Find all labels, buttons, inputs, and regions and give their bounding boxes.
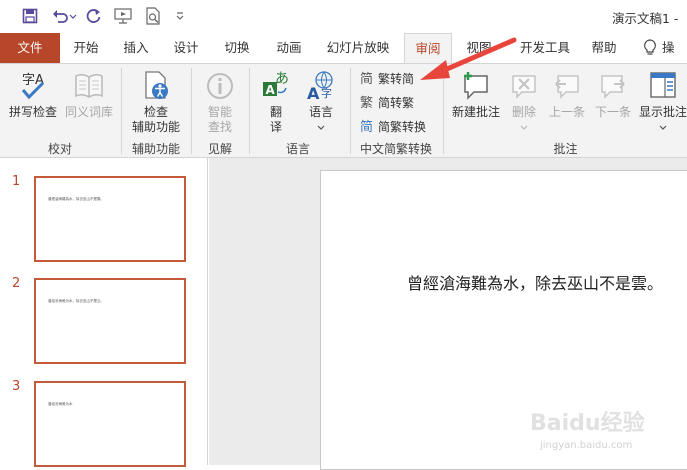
delete-label: 删除 [511, 105, 536, 119]
simp-to-trad-label: 简转繁 [378, 95, 415, 110]
undo-icon[interactable] [49, 6, 79, 26]
tab-file[interactable]: 文件 [0, 33, 60, 63]
ribbon-review: 字A 拼写检查 同义词库 校对 检查 辅助功能 辅助功能 智能 查找 见解 Aあ… [0, 63, 687, 158]
group-label-accessibility: 辅助功能 [131, 142, 180, 156]
slide-thumbnail-panel[interactable]: 1 曾經滄海難為水，除去巫山不是雲。 2 曾经沧海难为水，除去巫山不是云。 3 … [0, 158, 208, 467]
svg-text:字: 字 [321, 86, 332, 100]
spell-check-button[interactable]: 字A 拼写检查 [6, 70, 60, 120]
redo-icon[interactable] [84, 6, 104, 26]
tab-home[interactable]: 开始 [62, 33, 110, 63]
slide-thumbnail-text: 曾經滄海難為水，除去巫山不是雲。 [48, 197, 104, 201]
chevron-down-icon [659, 125, 667, 130]
title-bar: 演示文稿1 - [0, 0, 687, 33]
smart-lookup-button[interactable]: 智能 查找 [196, 70, 244, 135]
show-comments-icon [650, 72, 676, 98]
group-label-chinese-conversion: 中文简繁转换 [359, 142, 432, 156]
language-button[interactable]: A字 语言 [299, 70, 343, 135]
tab-insert[interactable]: 插入 [112, 33, 160, 63]
lightbulb-icon[interactable] [640, 33, 660, 63]
document-title: 演示文稿1 - [612, 11, 679, 26]
new-comment-label: 新建批注 [451, 105, 500, 119]
book-icon [75, 73, 103, 98]
slide-thumbnail-1[interactable]: 曾經滄海難為水，除去巫山不是雲。 [34, 176, 186, 262]
tab-developer[interactable]: 开发工具 [510, 33, 580, 63]
translate-icon: Aあ [263, 71, 289, 97]
translate-button[interactable]: Aあ 翻 译 [256, 70, 296, 135]
language-label: 语言 [308, 105, 333, 119]
svg-text:简: 简 [360, 119, 373, 134]
save-icon[interactable] [20, 6, 40, 26]
slide-number: 3 [12, 379, 21, 394]
trad-to-simp-icon: 简 [360, 70, 376, 87]
watermark-url: jingyan.baidu.com [540, 440, 633, 451]
smart-lookup-label-2: 查找 [207, 120, 232, 134]
tab-transitions[interactable]: 切换 [213, 33, 261, 63]
svg-text:あ: あ [275, 71, 289, 87]
tab-animations[interactable]: 动画 [265, 33, 313, 63]
translate-label-2: 译 [269, 120, 282, 134]
slide-number: 2 [12, 276, 21, 291]
translate-label-1: 翻 [269, 105, 282, 119]
customize-qat-icon[interactable] [173, 6, 187, 26]
group-label-proofing: 校对 [47, 142, 72, 156]
accessibility-check-icon [145, 71, 168, 99]
check-accessibility-label-1: 检查 [143, 105, 168, 119]
smart-lookup-icon [207, 73, 233, 99]
check-accessibility-label-2: 辅助功能 [131, 120, 180, 134]
language-icon: A字 [307, 71, 333, 102]
tab-help[interactable]: 帮助 [584, 33, 624, 63]
previous-comment-icon [555, 75, 579, 99]
trad-to-simp-label: 繁转简 [378, 71, 415, 86]
show-comments-label: 显示批注 [638, 105, 687, 119]
svg-text:A: A [266, 83, 276, 97]
tab-design[interactable]: 设计 [162, 33, 210, 63]
svg-text:简: 简 [360, 71, 373, 86]
slide-thumbnail-text: 曾经沧海难为水，除去巫山不是云。 [48, 299, 104, 303]
svg-text:A: A [307, 84, 320, 102]
spell-check-icon: 字A [21, 73, 45, 100]
thesaurus-button[interactable]: 同义词库 [62, 70, 116, 120]
annotation-arrow [420, 37, 517, 80]
group-label-language: 语言 [285, 142, 310, 156]
ribbon-tab-bar: 文件 开始 插入 设计 切换 动画 幻灯片放映 审阅 视图 开发工具 帮助 操 [0, 33, 687, 64]
tab-slideshow[interactable]: 幻灯片放映 [318, 33, 398, 63]
slide-number: 1 [12, 174, 21, 189]
present-from-start-icon[interactable] [113, 6, 133, 26]
simp-trad-convert-label: 简繁转换 [378, 119, 427, 134]
spell-check-label: 拼写检查 [8, 105, 57, 119]
simp-trad-convert-button[interactable]: 简 简繁转换 [360, 117, 426, 135]
slide-text-box[interactable]: 曾經滄海難為水，除去巫山不是雲。 [407, 270, 663, 294]
simp-trad-convert-icon: 简 [360, 118, 376, 135]
check-accessibility-button[interactable]: 检查 辅助功能 [124, 70, 188, 135]
previous-comment-button[interactable]: 上一条 [544, 70, 590, 120]
thesaurus-label: 同义词库 [64, 105, 113, 119]
slide-thumbnail-2[interactable]: 曾经沧海难为水，除去巫山不是云。 [34, 278, 186, 364]
previous-label: 上一条 [548, 105, 585, 119]
trad-to-simp-button[interactable]: 简 繁转简 [360, 69, 414, 87]
group-label-comments: 批注 [553, 142, 578, 156]
next-comment-button[interactable]: 下一条 [590, 70, 636, 120]
next-label: 下一条 [594, 105, 631, 119]
chevron-down-icon [317, 125, 325, 130]
slide-thumbnail-text: 曾经沧海难为水 [48, 402, 73, 406]
tab-tell-me[interactable]: 操 [662, 33, 686, 63]
simp-to-trad-button[interactable]: 繁 简转繁 [360, 93, 414, 111]
group-label-insights: 见解 [207, 142, 232, 156]
simp-to-trad-icon: 繁 [360, 94, 376, 111]
show-comments-button[interactable]: 显示批注 [638, 70, 687, 135]
print-preview-icon[interactable] [143, 6, 163, 26]
chevron-down-icon [520, 125, 528, 130]
watermark: Baidu经验 [530, 411, 645, 436]
next-comment-icon [601, 75, 625, 99]
smart-lookup-label-1: 智能 [207, 105, 232, 119]
slide-thumbnail-3[interactable]: 曾经沧海难为水 [34, 381, 186, 467]
svg-text:繁: 繁 [360, 95, 373, 110]
